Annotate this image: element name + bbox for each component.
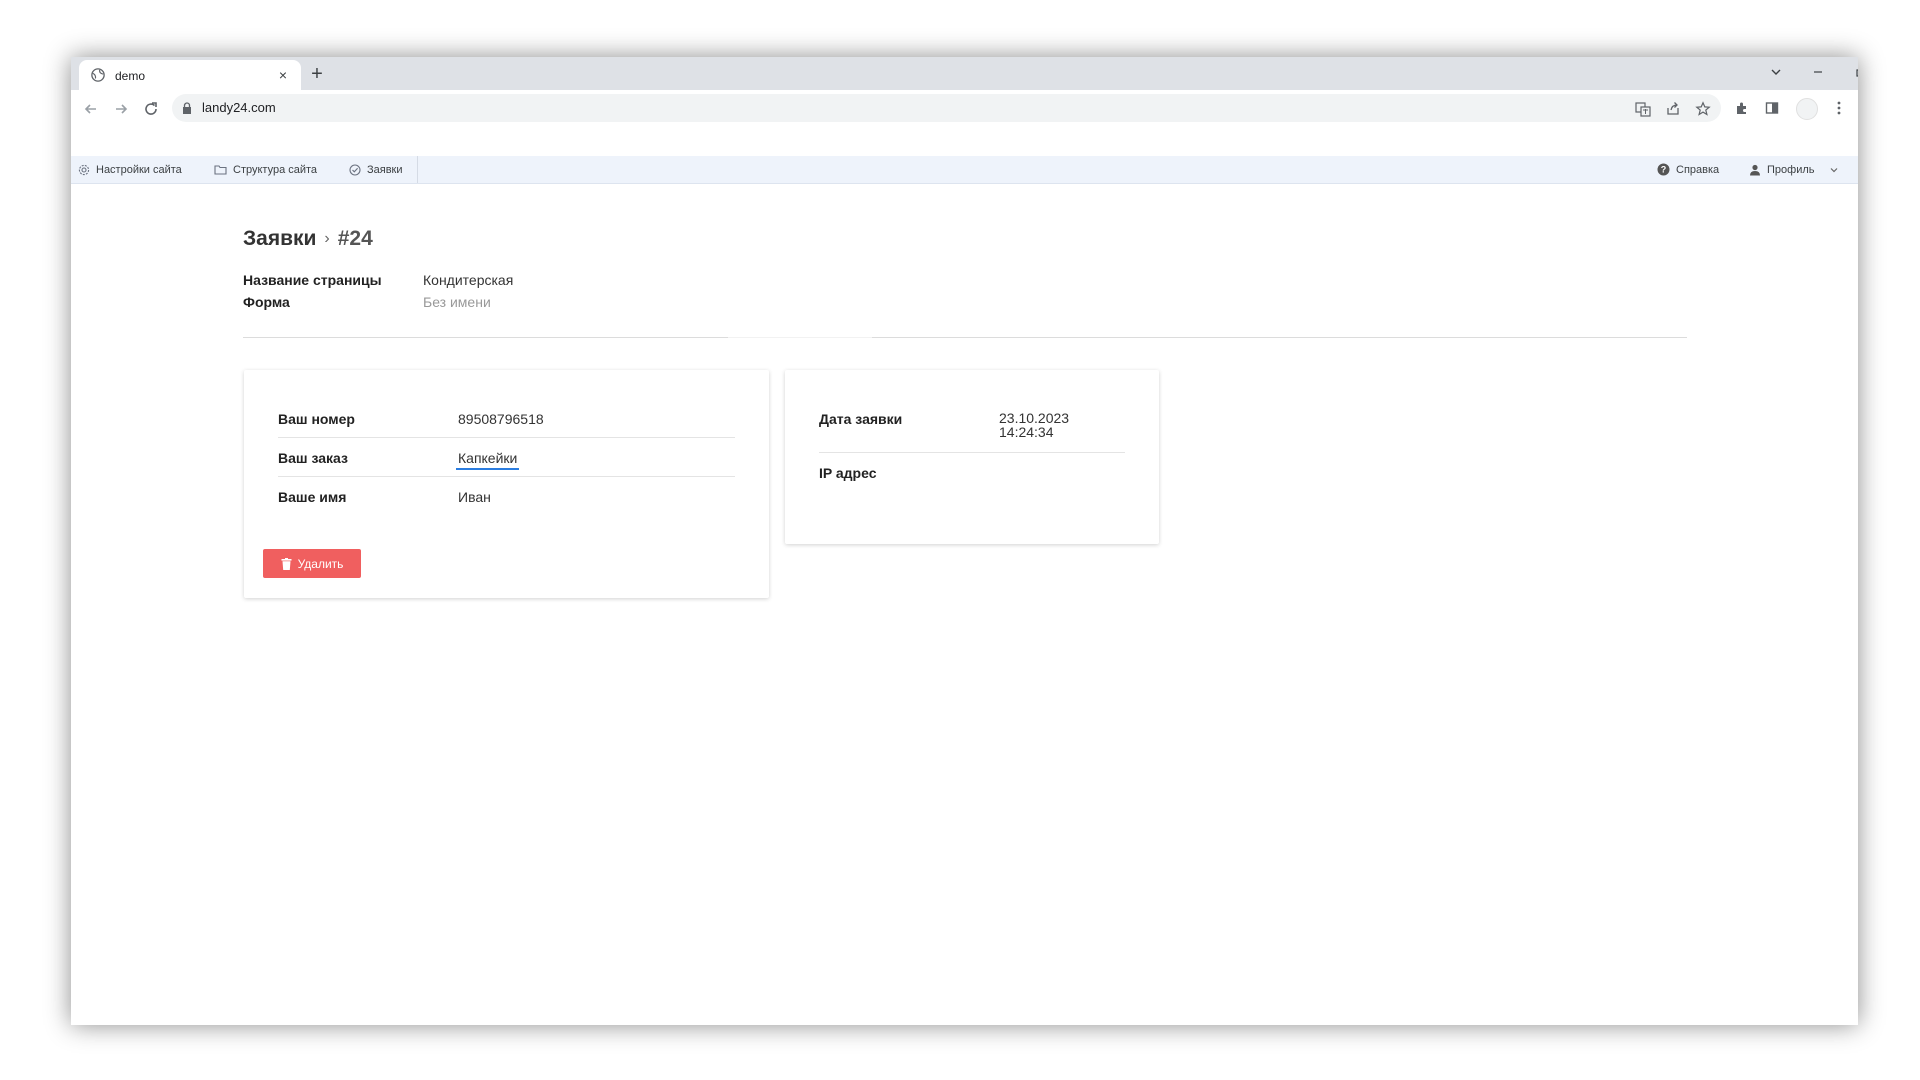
field-label: Ваш номер bbox=[278, 411, 355, 427]
side-panel-icon[interactable] bbox=[1763, 99, 1781, 117]
app-nav-bar: Настройки сайта Структура сайта Заявки ?… bbox=[71, 156, 1858, 184]
info-label: Дата заявки bbox=[819, 411, 903, 427]
globe-icon bbox=[91, 68, 105, 82]
folder-icon bbox=[214, 165, 227, 175]
info-row-date: Дата заявки 23.10.2023 14:24:34 bbox=[819, 399, 1125, 453]
nav-help[interactable]: ? Справка bbox=[1657, 156, 1719, 183]
trash-icon bbox=[281, 557, 292, 570]
chevron-right-icon: › bbox=[324, 230, 330, 247]
meta-row-form: Форма Без имени bbox=[243, 291, 513, 313]
check-circle-icon bbox=[349, 163, 361, 176]
nav-item-site-structure[interactable]: Структура сайта bbox=[214, 156, 317, 183]
restore-icon[interactable] bbox=[1847, 61, 1858, 85]
info-label: IP адрес bbox=[819, 465, 877, 481]
delete-button[interactable]: Удалить bbox=[263, 549, 361, 578]
chevron-down-icon bbox=[1830, 167, 1837, 172]
gear-icon bbox=[78, 164, 90, 175]
form-fields-card: Ваш номер 89508796518 Ваш заказ Капкейки… bbox=[244, 370, 769, 598]
section-divider bbox=[243, 337, 1687, 338]
meta-value: Без имени bbox=[423, 294, 491, 310]
info-row-ip: IP адрес bbox=[819, 453, 1125, 491]
tab-strip: demo × + bbox=[71, 57, 1858, 90]
nav-item-label: Структура сайта bbox=[233, 163, 318, 176]
date-value: 23.10.2023 bbox=[999, 410, 1070, 426]
star-icon[interactable] bbox=[1695, 101, 1711, 117]
divider-highlight bbox=[728, 337, 872, 338]
breadcrumb-current: #24 bbox=[337, 227, 373, 250]
field-label: Ваше имя bbox=[278, 489, 347, 505]
request-meta: Название страницы Кондитерская Форма Без… bbox=[243, 269, 513, 313]
nav-item-label: Настройки сайта bbox=[96, 163, 182, 176]
nav-profile[interactable]: Профиль bbox=[1749, 156, 1839, 183]
nav-item-requests[interactable]: Заявки bbox=[349, 156, 403, 183]
help-label: Справка bbox=[1676, 163, 1720, 176]
user-icon bbox=[1750, 164, 1760, 175]
profile-label: Профиль bbox=[1767, 163, 1815, 176]
address-bar[interactable]: landy24.com bbox=[172, 94, 1721, 122]
breadcrumb: Заявки › #24 bbox=[243, 227, 373, 251]
minimize-icon[interactable] bbox=[1804, 61, 1832, 85]
help-icon: ? bbox=[1657, 163, 1670, 176]
browser-window: demo × + landy24.com Настройки сайта Стр… bbox=[71, 57, 1858, 1025]
info-value: 23.10.2023 14:24:34 bbox=[999, 411, 1069, 439]
field-label: Ваш заказ bbox=[278, 450, 348, 466]
nav-divider bbox=[417, 156, 418, 183]
lock-icon bbox=[183, 102, 191, 114]
translate-icon[interactable] bbox=[1635, 101, 1651, 117]
browser-tab[interactable]: demo × bbox=[79, 60, 301, 90]
url-text: landy24.com bbox=[202, 100, 276, 115]
extensions-icon[interactable] bbox=[1733, 99, 1751, 117]
menu-dots-icon[interactable] bbox=[1830, 99, 1848, 117]
request-info-card: Дата заявки 23.10.2023 14:24:34 IP адрес bbox=[785, 370, 1159, 544]
tab-search-icon[interactable] bbox=[1762, 61, 1790, 85]
field-row-order: Ваш заказ Капкейки bbox=[278, 438, 735, 477]
close-tab-icon[interactable]: × bbox=[273, 65, 293, 85]
meta-row-page: Название страницы Кондитерская bbox=[243, 269, 513, 291]
field-value: Иван bbox=[458, 489, 491, 505]
field-value[interactable]: Капкейки bbox=[456, 450, 520, 470]
new-tab-button[interactable]: + bbox=[305, 62, 329, 86]
field-value: 89508796518 bbox=[458, 411, 544, 427]
browser-profile-avatar[interactable] bbox=[1796, 98, 1818, 120]
field-row-name: Ваше имя Иван bbox=[278, 477, 735, 515]
meta-key: Название страницы bbox=[243, 272, 382, 288]
nav-item-label: Заявки bbox=[367, 163, 403, 176]
meta-value: Кондитерская bbox=[423, 272, 514, 288]
nav-item-site-settings[interactable]: Настройки сайта bbox=[78, 156, 182, 183]
svg-text:?: ? bbox=[1661, 165, 1667, 175]
back-icon[interactable] bbox=[80, 98, 102, 120]
reload-icon[interactable] bbox=[140, 98, 162, 120]
delete-button-label: Удалить bbox=[297, 556, 344, 571]
meta-key: Форма bbox=[243, 294, 290, 310]
browser-toolbar: landy24.com bbox=[71, 90, 1858, 128]
time-value: 14:24:34 bbox=[999, 424, 1054, 440]
breadcrumb-root[interactable]: Заявки bbox=[243, 227, 316, 251]
tab-title: demo bbox=[115, 69, 146, 83]
forward-icon[interactable] bbox=[110, 98, 132, 120]
field-row-phone: Ваш номер 89508796518 bbox=[278, 399, 735, 438]
share-icon[interactable] bbox=[1665, 101, 1681, 117]
